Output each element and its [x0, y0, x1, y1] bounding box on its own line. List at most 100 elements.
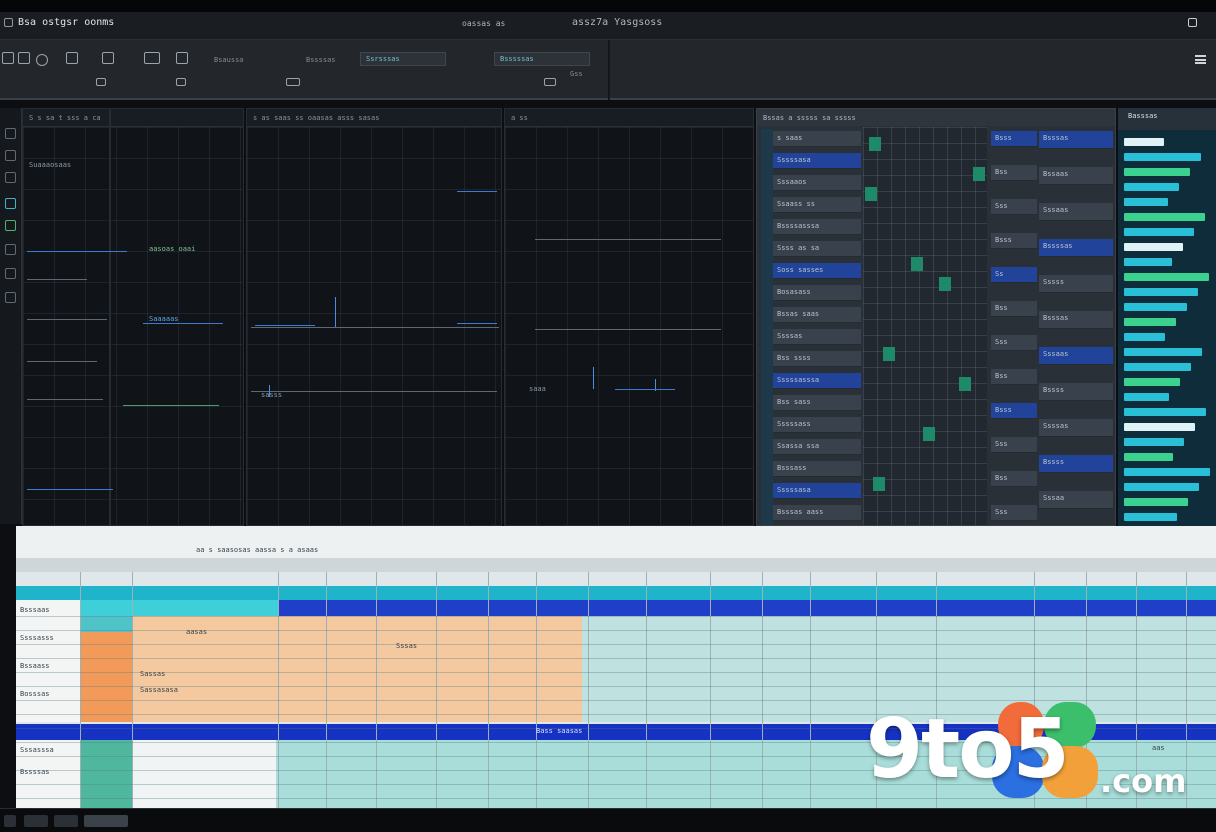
- plugin-icon[interactable]: [5, 220, 16, 231]
- arrange-pane-2[interactable]: s as saas ss oaasas asss sasas sasss: [246, 108, 502, 526]
- list-item[interactable]: Ssssas: [773, 329, 861, 345]
- list-item[interactable]: Bssaas: [1039, 167, 1113, 185]
- snap-icon[interactable]: [96, 78, 106, 86]
- list-item[interactable]: Ss: [991, 267, 1037, 283]
- metronome-icon[interactable]: [286, 78, 300, 86]
- list-item[interactable]: Sssssasssa: [773, 373, 861, 389]
- list-item[interactable]: Sss: [991, 199, 1037, 215]
- list-item[interactable]: Ssaass ss: [773, 197, 861, 213]
- row-label[interactable]: Bssaass: [20, 662, 50, 670]
- list-item[interactable]: s saas: [773, 131, 861, 147]
- inspector-icon[interactable]: [5, 172, 16, 183]
- folder-icon[interactable]: [18, 52, 30, 64]
- row-label[interactable]: Bosssas: [20, 690, 50, 698]
- settings-icon[interactable]: [544, 78, 556, 86]
- step-cell-active[interactable]: [873, 477, 885, 491]
- list-column-1: s saas Sssssasa Sssaaos Ssaass ss Bssssasssa…: [773, 127, 861, 525]
- list-item[interactable]: Bss: [991, 471, 1037, 487]
- row-label[interactable]: Ssssasss: [20, 634, 54, 642]
- list-item[interactable]: Bssssasssa: [773, 219, 861, 235]
- document-name: oassas as: [462, 19, 506, 28]
- list-item[interactable]: Bsss: [991, 233, 1037, 249]
- list-item-label: Sss: [995, 440, 1008, 448]
- list-item[interactable]: Bssss: [1039, 455, 1113, 473]
- play-icon[interactable]: [66, 52, 78, 64]
- list-item[interactable]: Bsss: [991, 131, 1037, 147]
- column-divider: [588, 572, 589, 808]
- toolbar-label-1[interactable]: Bsaussa: [214, 56, 244, 64]
- list-item[interactable]: Sssaas: [1039, 203, 1113, 221]
- row-label[interactable]: Sssasssa: [20, 746, 54, 754]
- list-item[interactable]: Sssaaos: [773, 175, 861, 191]
- start-icon[interactable]: [4, 815, 16, 827]
- cell-text[interactable]: Sssas: [396, 642, 417, 650]
- tool-icon[interactable]: [176, 52, 188, 64]
- toolbar-label-3[interactable]: Ssrsssas: [366, 55, 400, 63]
- step-cell-active[interactable]: [923, 427, 935, 441]
- step-cell-active[interactable]: [883, 347, 895, 361]
- list-item[interactable]: Bss ssss: [773, 351, 861, 367]
- list-matrix[interactable]: [863, 127, 987, 525]
- list-item[interactable]: Bsssas: [1039, 131, 1113, 149]
- close-icon[interactable]: [1188, 18, 1197, 27]
- step-cell-active[interactable]: [869, 137, 881, 151]
- list-item[interactable]: Bssss: [1039, 383, 1113, 401]
- list-item[interactable]: Sssaas: [1039, 347, 1113, 365]
- wave-icon[interactable]: [36, 54, 48, 66]
- record-icon[interactable]: [102, 52, 114, 64]
- loop-icon[interactable]: [176, 78, 186, 86]
- list-item[interactable]: Ssassa ssa: [773, 439, 861, 455]
- list-item[interactable]: Sssssasa: [773, 483, 861, 499]
- step-cell-active[interactable]: [973, 167, 985, 181]
- list-item[interactable]: Bsss: [991, 403, 1037, 419]
- list-item[interactable]: Ssssas: [1039, 419, 1113, 437]
- track-icon[interactable]: [5, 198, 16, 209]
- menu-icon[interactable]: [1195, 55, 1206, 64]
- list-item[interactable]: Sss: [991, 335, 1037, 351]
- list-item[interactable]: Sss: [991, 505, 1037, 521]
- clip-icon[interactable]: [5, 292, 16, 303]
- step-cell-active[interactable]: [939, 277, 951, 291]
- cell-text[interactable]: aasas: [186, 628, 207, 636]
- grid-icon[interactable]: [144, 52, 160, 64]
- list-item[interactable]: Bsssass: [773, 461, 861, 477]
- list-item[interactable]: Bsssas: [1039, 311, 1113, 329]
- taskbar-app-icon[interactable]: [54, 815, 78, 827]
- list-item[interactable]: Bss sass: [773, 395, 861, 411]
- mixer-icon[interactable]: [5, 128, 16, 139]
- pane-3-grid: [505, 127, 753, 525]
- list-item-label: Bssaas: [1043, 170, 1069, 178]
- marker-icon[interactable]: [5, 268, 16, 279]
- toolbar-label-4[interactable]: Bsssssas: [500, 55, 534, 63]
- list-item[interactable]: Soss sasses: [773, 263, 861, 279]
- list-item[interactable]: Bssssas: [1039, 239, 1113, 257]
- list-item[interactable]: Sssssasa: [773, 153, 861, 169]
- list-item[interactable]: Bss: [991, 369, 1037, 385]
- step-cell-active[interactable]: [865, 187, 877, 201]
- list-item[interactable]: Bss: [991, 301, 1037, 317]
- file-icon[interactable]: [2, 52, 14, 64]
- list-item[interactable]: Sssssass: [773, 417, 861, 433]
- list-item[interactable]: Bss: [991, 165, 1037, 181]
- step-cell-active[interactable]: [911, 257, 923, 271]
- arrange-pane-1[interactable]: S s sa t sss a ca aasoas oaai Suaaaosaas…: [22, 108, 244, 526]
- toolbar-label-5[interactable]: Gss: [570, 70, 583, 78]
- row-label[interactable]: Bssssas: [20, 768, 50, 776]
- edit-icon[interactable]: [5, 244, 16, 255]
- step-cell-active[interactable]: [959, 377, 971, 391]
- row-label[interactable]: Bsssaas: [20, 606, 50, 614]
- cell-text[interactable]: Sassasasa: [140, 686, 178, 694]
- list-item[interactable]: Bsssas aass: [773, 505, 861, 521]
- list-item[interactable]: Bosasass: [773, 285, 861, 301]
- taskbar-app-icon[interactable]: [24, 815, 48, 827]
- list-item[interactable]: Bssas saas: [773, 307, 861, 323]
- toolbar-label-2[interactable]: Bssssas: [306, 56, 336, 64]
- list-item[interactable]: Sssss: [1039, 275, 1113, 293]
- browser-icon[interactable]: [5, 150, 16, 161]
- list-item[interactable]: Ssss as sa: [773, 241, 861, 257]
- list-item[interactable]: Sss: [991, 437, 1037, 453]
- arrange-pane-3[interactable]: a ss saaa: [504, 108, 754, 526]
- cell-text[interactable]: Sassas: [140, 670, 165, 678]
- list-item[interactable]: Sssaa: [1039, 491, 1113, 509]
- taskbar-app-icon[interactable]: [84, 815, 128, 827]
